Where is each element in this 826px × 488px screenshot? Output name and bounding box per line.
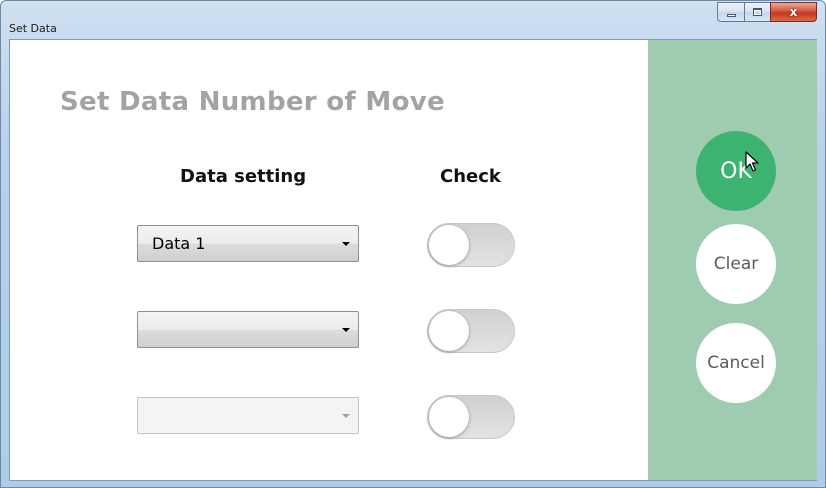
client-area: Set Data Number of Move Data setting Che… bbox=[9, 39, 817, 481]
minimize-button[interactable] bbox=[717, 2, 744, 22]
cancel-button[interactable]: Cancel bbox=[696, 323, 776, 403]
check-toggle-1[interactable] bbox=[427, 223, 515, 267]
check-toggle-2[interactable] bbox=[427, 309, 515, 353]
ok-button[interactable]: OK bbox=[696, 131, 776, 211]
data-select-3 bbox=[137, 397, 359, 434]
toggle-knob bbox=[429, 397, 469, 437]
close-button[interactable]: x bbox=[770, 2, 817, 22]
page-title: Set Data Number of Move bbox=[60, 87, 445, 117]
minimize-icon bbox=[726, 13, 736, 17]
chevron-down-icon bbox=[342, 413, 350, 418]
toggle-knob bbox=[429, 225, 469, 265]
title-bar[interactable]: Set Data x bbox=[1, 1, 825, 39]
mouse-cursor-icon bbox=[745, 151, 759, 172]
action-panel: OK Clear Cancel bbox=[648, 40, 817, 480]
data-select-2[interactable] bbox=[137, 311, 359, 348]
data-select-1[interactable]: Data 1 bbox=[137, 225, 359, 262]
check-header: Check bbox=[440, 166, 501, 187]
caption-buttons: x bbox=[717, 2, 817, 22]
data-setting-header: Data setting bbox=[180, 166, 307, 187]
maximize-icon bbox=[753, 8, 762, 16]
chevron-down-icon bbox=[342, 241, 350, 246]
clear-button[interactable]: Clear bbox=[696, 224, 776, 304]
window-title: Set Data bbox=[9, 22, 57, 35]
set-data-window: Set Data x Set Data Number of Move Data … bbox=[0, 0, 826, 488]
maximize-button[interactable] bbox=[744, 2, 770, 22]
toggle-knob bbox=[429, 311, 469, 351]
check-toggle-3[interactable] bbox=[427, 395, 515, 439]
close-icon: x bbox=[789, 5, 798, 19]
chevron-down-icon bbox=[342, 327, 350, 332]
data-select-1-value: Data 1 bbox=[152, 234, 206, 253]
